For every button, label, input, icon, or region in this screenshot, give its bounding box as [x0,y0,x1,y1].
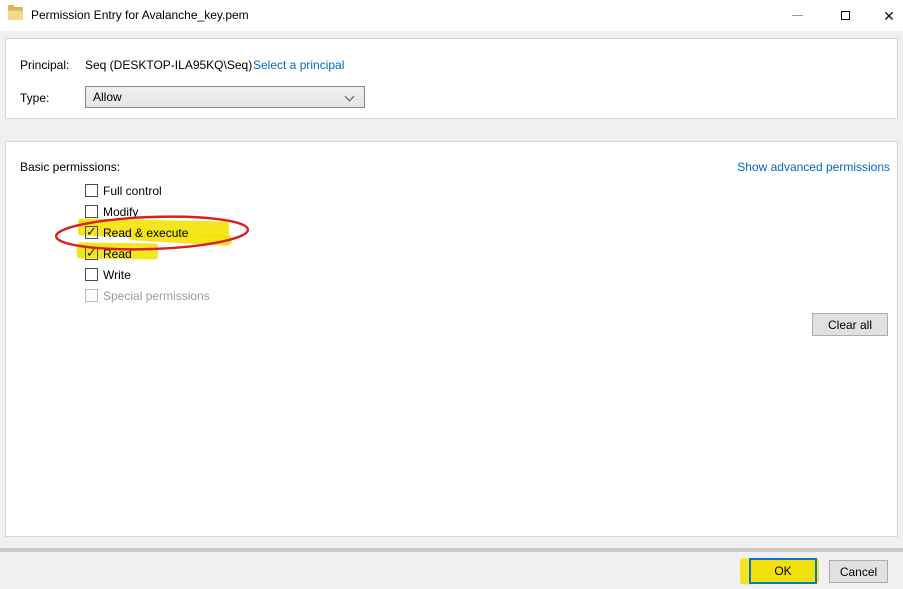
permission-row-read-execute: ✓ Read & execute [85,225,188,240]
clear-all-button[interactable]: Clear all [812,313,888,336]
permission-row-read: ✓ Read [85,246,132,261]
select-principal-link[interactable]: Select a principal [253,58,344,72]
permission-row-full-control: Full control [85,183,162,198]
minimize-button[interactable] [777,0,817,31]
special-permissions-checkbox [85,289,98,302]
cancel-button[interactable]: Cancel [829,560,888,583]
check-icon: ✓ [86,224,97,240]
cancel-label: Cancel [840,565,877,579]
type-label: Type: [20,91,49,105]
type-dropdown[interactable]: Allow [85,86,365,108]
show-advanced-permissions-link[interactable]: Show advanced permissions [737,160,890,174]
close-icon: ✕ [883,9,895,23]
minimize-icon [792,15,803,16]
permission-row-special: Special permissions [85,288,210,303]
folder-icon [8,7,23,20]
type-dropdown-value: Allow [93,90,122,104]
full-control-checkbox[interactable] [85,184,98,197]
write-label[interactable]: Write [103,268,131,282]
read-execute-checkbox[interactable]: ✓ [85,226,98,239]
ok-label: OK [774,564,791,578]
full-control-label[interactable]: Full control [103,184,162,198]
titlebar: Permission Entry for Avalanche_key.pem ✕ [0,0,903,31]
read-checkbox[interactable]: ✓ [85,247,98,260]
permission-row-modify: Modify [85,204,138,219]
read-label[interactable]: Read [103,247,132,261]
read-execute-label[interactable]: Read & execute [103,226,188,240]
window-title: Permission Entry for Avalanche_key.pem [31,8,249,22]
chevron-down-icon [345,92,355,102]
modify-checkbox[interactable] [85,205,98,218]
clear-all-label: Clear all [828,318,872,332]
principal-value: Seq (DESKTOP-ILA95KQ\Seq) [85,58,252,72]
basic-permissions-heading: Basic permissions: [20,160,120,174]
maximize-button[interactable] [825,0,865,31]
permission-entry-dialog: Permission Entry for Avalanche_key.pem ✕… [0,0,903,589]
principal-label: Principal: [20,58,69,72]
basic-permissions-panel [5,141,898,537]
close-button[interactable]: ✕ [869,0,903,31]
write-checkbox[interactable] [85,268,98,281]
maximize-icon [841,11,850,20]
special-permissions-label: Special permissions [103,289,210,303]
permission-row-write: Write [85,267,131,282]
ok-button[interactable]: OK [749,558,817,584]
footer-divider [0,548,903,552]
check-icon: ✓ [86,245,97,261]
modify-label[interactable]: Modify [103,205,138,219]
